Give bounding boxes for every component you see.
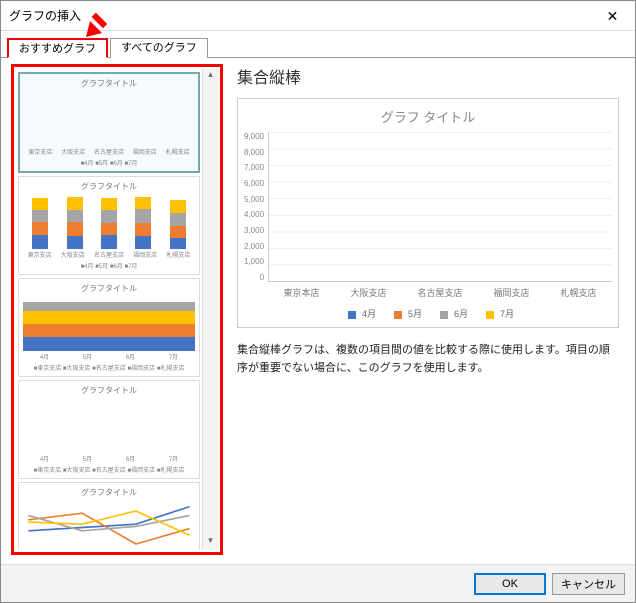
tab-recommended[interactable]: おすすめグラフ xyxy=(7,38,108,58)
chart-type-name: 集合縦棒 xyxy=(237,64,619,88)
y-axis: 9,0008,0007,0006,0005,0004,0003,0002,000… xyxy=(244,132,268,282)
cancel-button[interactable]: キャンセル xyxy=(552,573,625,595)
thumb-stacked-area[interactable]: グラフタイトル 4月5月6月7月 ■東京支店 ■大阪支店 ■名古屋支店 ■福岡支… xyxy=(18,278,200,377)
thumb-stacked-column[interactable]: グラフタイトル 東京支店大阪支店名古屋支店福岡支店札幌支店 ■4月 ■5月 ■6… xyxy=(18,176,200,275)
chart-thumbnails: グラフタイトル 東京支店大阪支店名古屋支店福岡支店札幌支店 ■4月 ■5月 ■6… xyxy=(16,69,202,550)
thumb-title: グラフタイトル xyxy=(24,78,194,89)
close-button[interactable]: ✕ xyxy=(590,1,635,31)
scroll-down-icon[interactable]: ▾ xyxy=(203,535,218,550)
thumb-legend: ■4月 ■5月 ■6月 ■7月 xyxy=(23,261,195,270)
tab-all[interactable]: すべてのグラフ xyxy=(110,38,208,58)
x-axis: 東京本店大阪支店名古屋支店福岡支店札幌支店 xyxy=(268,286,612,299)
chart-preview-pane: 集合縦棒 グラフ タイトル 9,0008,0007,0006,0005,0004… xyxy=(223,64,625,555)
thumb-title: グラフタイトル xyxy=(23,283,195,294)
thumb-clustered-column[interactable]: グラフタイトル 東京支店大阪支店名古屋支店福岡支店札幌支店 ■4月 ■5月 ■6… xyxy=(18,72,200,173)
chart-description: 集合縦棒グラフは、複数の項目間の値を比較する際に使用します。項目の順序が重要でな… xyxy=(237,342,619,377)
recommended-charts-highlight: グラフタイトル 東京支店大阪支店名古屋支店福岡支店札幌支店 ■4月 ■5月 ■6… xyxy=(11,64,223,555)
scroll-up-icon[interactable]: ▴ xyxy=(203,69,218,84)
thumb-title: グラフタイトル xyxy=(23,385,195,396)
thumb-title: グラフタイトル xyxy=(23,487,195,498)
thumb-legend: ■東京支店 ■大阪支店 ■名古屋支店 ■福岡支店 ■札幌支店 xyxy=(23,465,195,474)
chart-title: グラフ タイトル xyxy=(244,107,612,126)
titlebar: グラフの挿入 ✕ xyxy=(1,1,635,31)
thumb-clustered-column-2[interactable]: グラフタイトル 4月5月6月7月 ■東京支店 ■大阪支店 ■名古屋支店 ■福岡支… xyxy=(18,380,200,479)
chart-legend: 4月5月6月7月 xyxy=(244,307,612,320)
ok-button[interactable]: OK xyxy=(474,573,546,595)
thumb-title: グラフタイトル xyxy=(23,181,195,192)
chart-preview[interactable]: グラフ タイトル 9,0008,0007,0006,0005,0004,0003… xyxy=(237,98,619,328)
tab-strip: おすすめグラフ すべてのグラフ xyxy=(1,38,635,58)
thumb-line[interactable]: グラフタイトル xyxy=(18,482,200,550)
window-title: グラフの挿入 xyxy=(9,7,81,24)
thumb-legend: ■4月 ■5月 ■6月 ■7月 xyxy=(24,158,194,167)
chart-bars xyxy=(268,132,612,282)
thumbnails-scrollbar[interactable]: ▴ ▾ xyxy=(202,69,218,550)
insert-chart-dialog: グラフの挿入 ✕ おすすめグラフ すべてのグラフ グラフタイトル xyxy=(0,0,636,603)
thumb-legend: ■東京支店 ■大阪支店 ■名古屋支店 ■福岡支店 ■札幌支店 xyxy=(23,363,195,372)
dialog-footer: OK キャンセル xyxy=(1,564,635,602)
